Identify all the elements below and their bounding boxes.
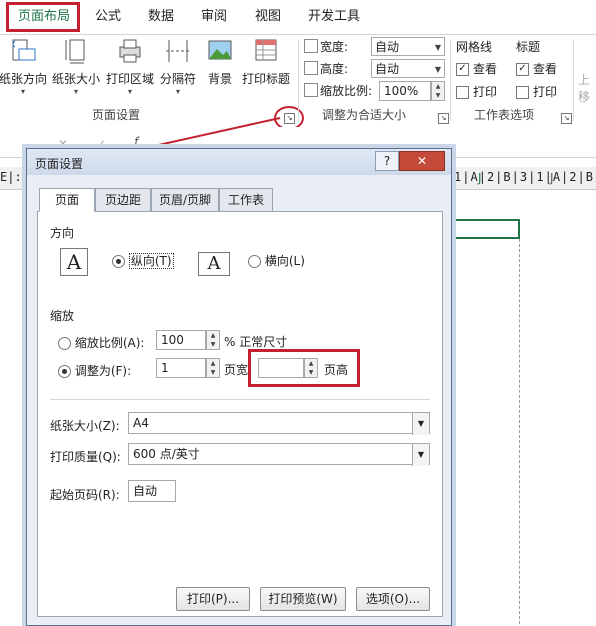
highlight-box-fit-tall [248,349,360,387]
tab-data[interactable]: 数据 [141,6,181,28]
fit-wide-input[interactable]: 1 [156,358,206,378]
column-header-labels: 1|A|2|B|3|1|A|2|B|3 [454,170,596,184]
scale-label: 缩放比例: [320,84,373,98]
scale-spinner[interactable]: ▲ ▼ [431,81,445,101]
column-header-row: 1|A|2|B|3|1|A|2|B|3 [452,167,596,190]
page-tab-panel: 方向 A 纵向(T) A 横向(L) 缩放 缩放比例(A): 100 ▲ ▼ % … [37,211,443,617]
height-icon [304,61,318,75]
dialog-title: 页面设置 [35,157,84,171]
ribbon: 纸张方向 ▾ 纸张大小 ▾ 打印区域 ▾ 分隔符 ▾ 背景 打印标题 页面设置 ↘ 宽度… [0,34,596,130]
first-page-input[interactable]: 自动 [128,480,176,502]
fit-wide-suffix: 页宽 [224,363,249,377]
column-header-fragment: E|:|1 [0,167,36,190]
page-setup-dialog: 页面设置 ? ✕ 页面 页边距 页眉/页脚 工作表 方向 A 纵向(T) A 横… [26,148,452,626]
first-page-label: 起始页码(R): [50,488,120,502]
breaks-button[interactable]: 分隔符 ▾ [156,37,200,96]
portrait-icon: A [60,248,88,276]
highlight-box-page-layout [6,2,80,32]
tab-sheet[interactable]: 工作表 [219,188,273,212]
height-combo[interactable]: 自动 ▼ [371,59,445,78]
paper-size-label: 纸张大小(Z): [50,419,120,433]
help-button[interactable]: ? [375,151,399,171]
orientation-button[interactable]: 纸张方向 ▾ [0,37,50,96]
tab-formulas[interactable]: 公式 [88,6,128,28]
height-label: 高度: [320,62,349,76]
adjust-to-input[interactable]: 100 [156,330,206,350]
separator [298,39,299,121]
gridlines-view-checkbox[interactable]: ✓ 查看 [456,60,497,77]
fx-icon: f [134,135,139,149]
divider [50,399,430,400]
arrange-cutoff-label: 上移 [578,73,591,104]
headings-view-checkbox[interactable]: ✓ 查看 [516,60,557,77]
print-titles-icon [255,39,277,61]
close-button[interactable]: ✕ [399,151,445,171]
width-icon [304,39,318,53]
chevron-down-icon: ▼ [412,413,429,435]
tab-page[interactable]: 页面 [39,188,95,212]
landscape-radio[interactable]: 横向(L) [248,252,305,269]
scale-icon [304,83,318,97]
ribbon-tab-bar: 页面布局 公式 数据 审阅 视图 开发工具 [0,0,596,34]
scale-input[interactable]: 100% [379,81,431,101]
paper-size-select[interactable]: A4 ▼ [128,412,430,435]
page-break-line [519,239,520,624]
options-button[interactable]: 选项(O)... [356,587,430,611]
width-label: 宽度: [320,40,349,54]
dialog-titlebar: 页面设置 ? ✕ [27,149,451,175]
tab-header-footer[interactable]: 页眉/页脚 [151,188,219,212]
sheet-options-launcher-icon[interactable]: ↘ [561,113,572,124]
print-quality-label: 打印质量(Q): [50,450,121,464]
adjust-to-suffix: % 正常尺寸 [224,335,288,349]
adjust-to-spinner[interactable]: ▲ ▼ [206,330,220,350]
print-quality-select[interactable]: 600 点/英寸 ▼ [128,443,430,466]
column-j-header: J [478,171,482,185]
chevron-down-icon: ▼ [412,444,429,466]
orientation-section-label: 方向 [50,226,75,240]
group-label-scale-to-fit: 调整为合适大小 [322,108,407,122]
print-preview-button[interactable]: 打印预览(W) [260,587,346,611]
scale-launcher-icon[interactable]: ↘ [438,113,449,124]
adjust-to-radio[interactable]: 缩放比例(A): [58,334,144,351]
orientation-icon [12,39,36,61]
scaling-section-label: 缩放 [50,309,75,323]
separator [573,39,574,121]
tab-developer[interactable]: 开发工具 [302,6,366,28]
background-icon [208,40,232,60]
tab-margins[interactable]: 页边距 [95,188,151,212]
tab-review[interactable]: 审阅 [194,6,234,28]
background-button[interactable]: 背景 [202,37,238,93]
breaks-icon [166,40,190,62]
selected-cell[interactable] [452,219,520,239]
print-button[interactable]: 打印(P)... [176,587,250,611]
group-label-sheet-options: 工作表选项 [474,108,535,122]
fit-wide-spinner[interactable]: ▲ ▼ [206,358,220,378]
print-area-icon [119,39,141,63]
portrait-radio[interactable]: 纵向(T) [112,252,174,269]
page-size-button[interactable]: 纸张大小 ▾ [50,37,102,96]
gridlines-print-checkbox[interactable]: 打印 [456,83,497,100]
separator [450,39,451,121]
landscape-icon: A [198,252,230,276]
tab-view[interactable]: 视图 [248,6,288,28]
page-size-icon [65,39,85,64]
headings-title: 标题 [516,40,541,54]
print-titles-button[interactable]: 打印标题 [238,37,294,93]
print-area-button[interactable]: 打印区域 ▾ [104,37,156,96]
fit-to-radio[interactable]: 调整为(F): [58,362,131,379]
headings-print-checkbox[interactable]: 打印 [516,83,557,100]
group-label-page-setup: 页面设置 [92,108,141,122]
column-j-header-right: J [550,171,554,185]
width-combo[interactable]: 自动 ▼ [371,37,445,56]
gridlines-title: 网格线 [456,40,493,54]
